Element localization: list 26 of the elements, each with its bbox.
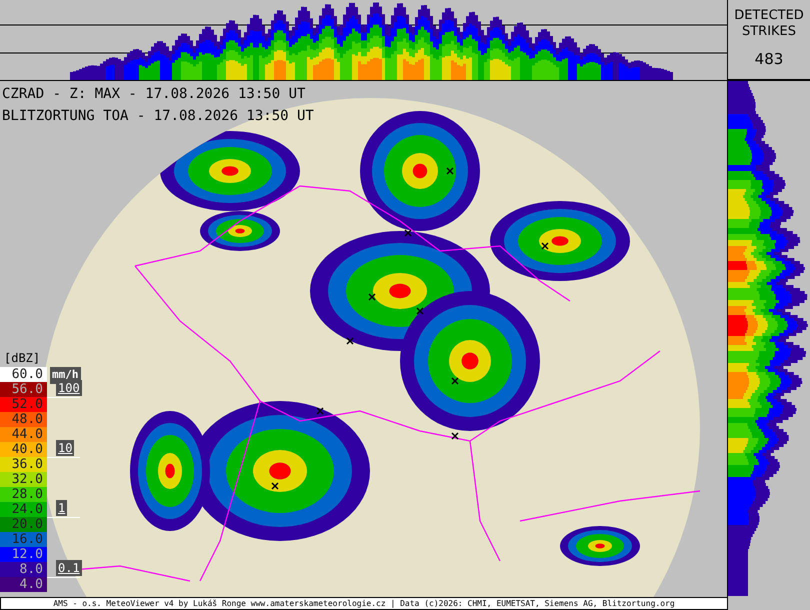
legend-swatch: 44.0 xyxy=(0,427,47,442)
legend-swatch: 4.0 xyxy=(0,577,47,592)
rain-rate-label: 100 xyxy=(56,380,82,396)
radar-timestamp: CZRAD - Z: MAX - 17.08.2026 13:50 UT xyxy=(2,85,306,104)
strikes-count: 483 xyxy=(754,49,784,70)
legend-swatch: 32.0 xyxy=(0,472,47,487)
rain-rate-label: 0.1 xyxy=(56,560,82,576)
legend-unit: [dBZ] xyxy=(3,350,42,367)
credits-text: AMS - o.s. MeteoViewer v4 by Lukáš Ronge www.amaterskameteorologie.cz | Data (c)2026: CHMI, EUMETSAT, Siemens AG, Blitzortung.org xyxy=(53,598,675,608)
legend-swatch: 56.0 xyxy=(0,382,47,397)
legend-swatch: 36.0 xyxy=(0,457,47,472)
legend-swatch: 60.0 xyxy=(0,367,47,382)
rain-rate-label: 10 xyxy=(56,440,74,456)
legend-swatch: 28.0 xyxy=(0,487,47,502)
legend-swatch: 48.0 xyxy=(0,412,47,427)
legend-swatch: 52.0 xyxy=(0,397,47,412)
legend-swatch: 8.0 xyxy=(0,562,47,577)
legend-swatch: 12.0 xyxy=(0,547,47,562)
strikes-label: DETECTED xyxy=(734,8,804,24)
legend-swatch: 16.0 xyxy=(0,532,47,547)
rain-rate-label: 1 xyxy=(56,500,68,516)
legend-swatch: 20.0 xyxy=(0,517,47,532)
lightning-timestamp: BLITZORTUNG TOA - 17.08.2026 13:50 UT xyxy=(2,107,314,126)
legend-swatch: 40.0 xyxy=(0,442,47,457)
strikes-label: STRIKES xyxy=(742,24,796,40)
legend-swatch: 24.0 xyxy=(0,502,47,517)
